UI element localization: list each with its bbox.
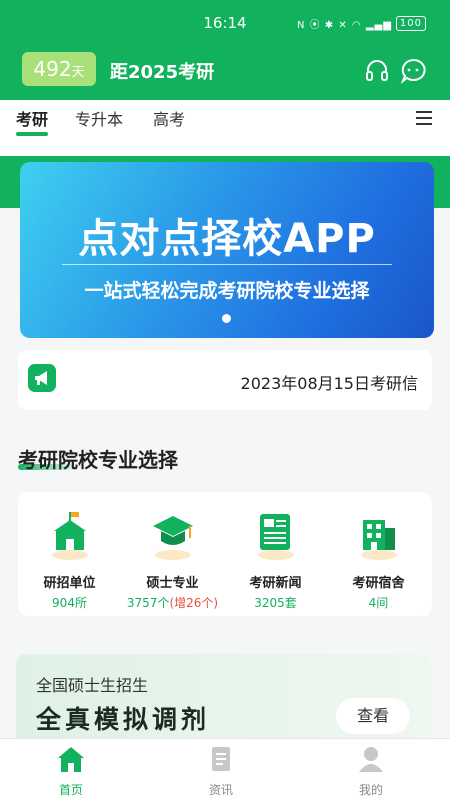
category-school[interactable]: 研招单位 904所 xyxy=(18,510,121,611)
promo-banner[interactable]: 点对点择校APP 一站式轻松完成考研院校专业选择 xyxy=(20,162,434,338)
promo-subtitle: 全国硕士生招生 xyxy=(36,676,149,695)
category-count-increase: (增26个) xyxy=(169,596,219,610)
chat-icon[interactable] xyxy=(400,58,426,84)
system-icons: N ⦿ ✱ ✕ ◠ ▂▄▆ xyxy=(296,20,392,31)
carousel-dot[interactable] xyxy=(222,314,231,323)
notice-bar[interactable]: 2023年08月15日考研信 xyxy=(18,350,432,410)
megaphone-icon xyxy=(28,364,56,392)
days-remaining-badge[interactable]: 492天 xyxy=(22,52,96,86)
menu-icon[interactable] xyxy=(416,111,432,125)
tab-zhuanshengben[interactable]: 专升本 xyxy=(75,106,123,130)
category-count: 4间 xyxy=(368,596,389,610)
category-label: 考研宿舍 xyxy=(352,576,405,591)
nav-label: 首页 xyxy=(58,783,83,797)
active-tab-indicator xyxy=(16,132,48,136)
nav-label: 我的 xyxy=(358,783,383,797)
banner-divider xyxy=(62,264,392,265)
status-bar: 16:14 N ⦿ ✱ ✕ ◠ ▂▄▆ 100 xyxy=(0,0,450,48)
banner-subtitle: 一站式轻松完成考研院校专业选择 xyxy=(84,280,370,302)
category-count: 3205套 xyxy=(254,596,297,610)
home-icon xyxy=(58,747,84,772)
category-label: 研招单位 xyxy=(43,576,96,591)
promo-title: 全真模拟调剂 xyxy=(36,705,211,734)
days-unit: 天 xyxy=(71,65,85,80)
nav-label: 资讯 xyxy=(208,783,233,797)
school-icon xyxy=(53,512,86,550)
headset-icon[interactable] xyxy=(364,58,390,84)
tab-gaokao[interactable]: 高考 xyxy=(153,106,185,130)
view-button[interactable]: 查看 xyxy=(336,698,410,734)
section-title: 考研院校专业选择 xyxy=(18,448,178,472)
tab-kaoyan[interactable]: 考研 xyxy=(16,106,48,130)
news-doc-icon xyxy=(212,747,230,771)
category-label: 硕士专业 xyxy=(146,576,199,591)
nav-home[interactable]: 首页 xyxy=(31,745,111,798)
profile-icon xyxy=(359,747,383,772)
category-grid: 研招单位 904所 硕士专业 3757个(增26个) 考研新闻 3205套 考研… xyxy=(18,492,432,616)
nav-news[interactable]: 资讯 xyxy=(181,745,261,798)
banner-title: 点对点择校APP xyxy=(78,216,376,262)
dormitory-icon xyxy=(362,520,395,550)
category-tabs: 考研 专升本 高考 xyxy=(0,100,450,156)
category-label: 考研新闻 xyxy=(249,576,302,591)
category-news[interactable]: 考研新闻 3205套 xyxy=(224,510,327,611)
nav-profile[interactable]: 我的 xyxy=(331,745,411,798)
countdown-title: 距2025考研 xyxy=(110,62,215,83)
graduation-cap-icon xyxy=(152,516,193,545)
category-count: 3757个(增26个) xyxy=(121,594,224,611)
bottom-navigation: 首页 资讯 我的 xyxy=(0,738,450,800)
category-count-value: 3757个 xyxy=(126,596,170,610)
category-major[interactable]: 硕士专业 3757个(增26个) xyxy=(121,510,224,611)
days-number: 492 xyxy=(33,57,72,81)
status-icons: N ⦿ ✱ ✕ ◠ ▂▄▆ 100 xyxy=(297,16,426,31)
category-dormitory[interactable]: 考研宿舍 4间 xyxy=(327,510,430,611)
category-count: 904所 xyxy=(52,596,87,610)
notice-text: 2023年08月15日考研信 xyxy=(240,374,418,393)
news-icon xyxy=(259,514,290,550)
battery-icon: 100 xyxy=(395,16,426,31)
